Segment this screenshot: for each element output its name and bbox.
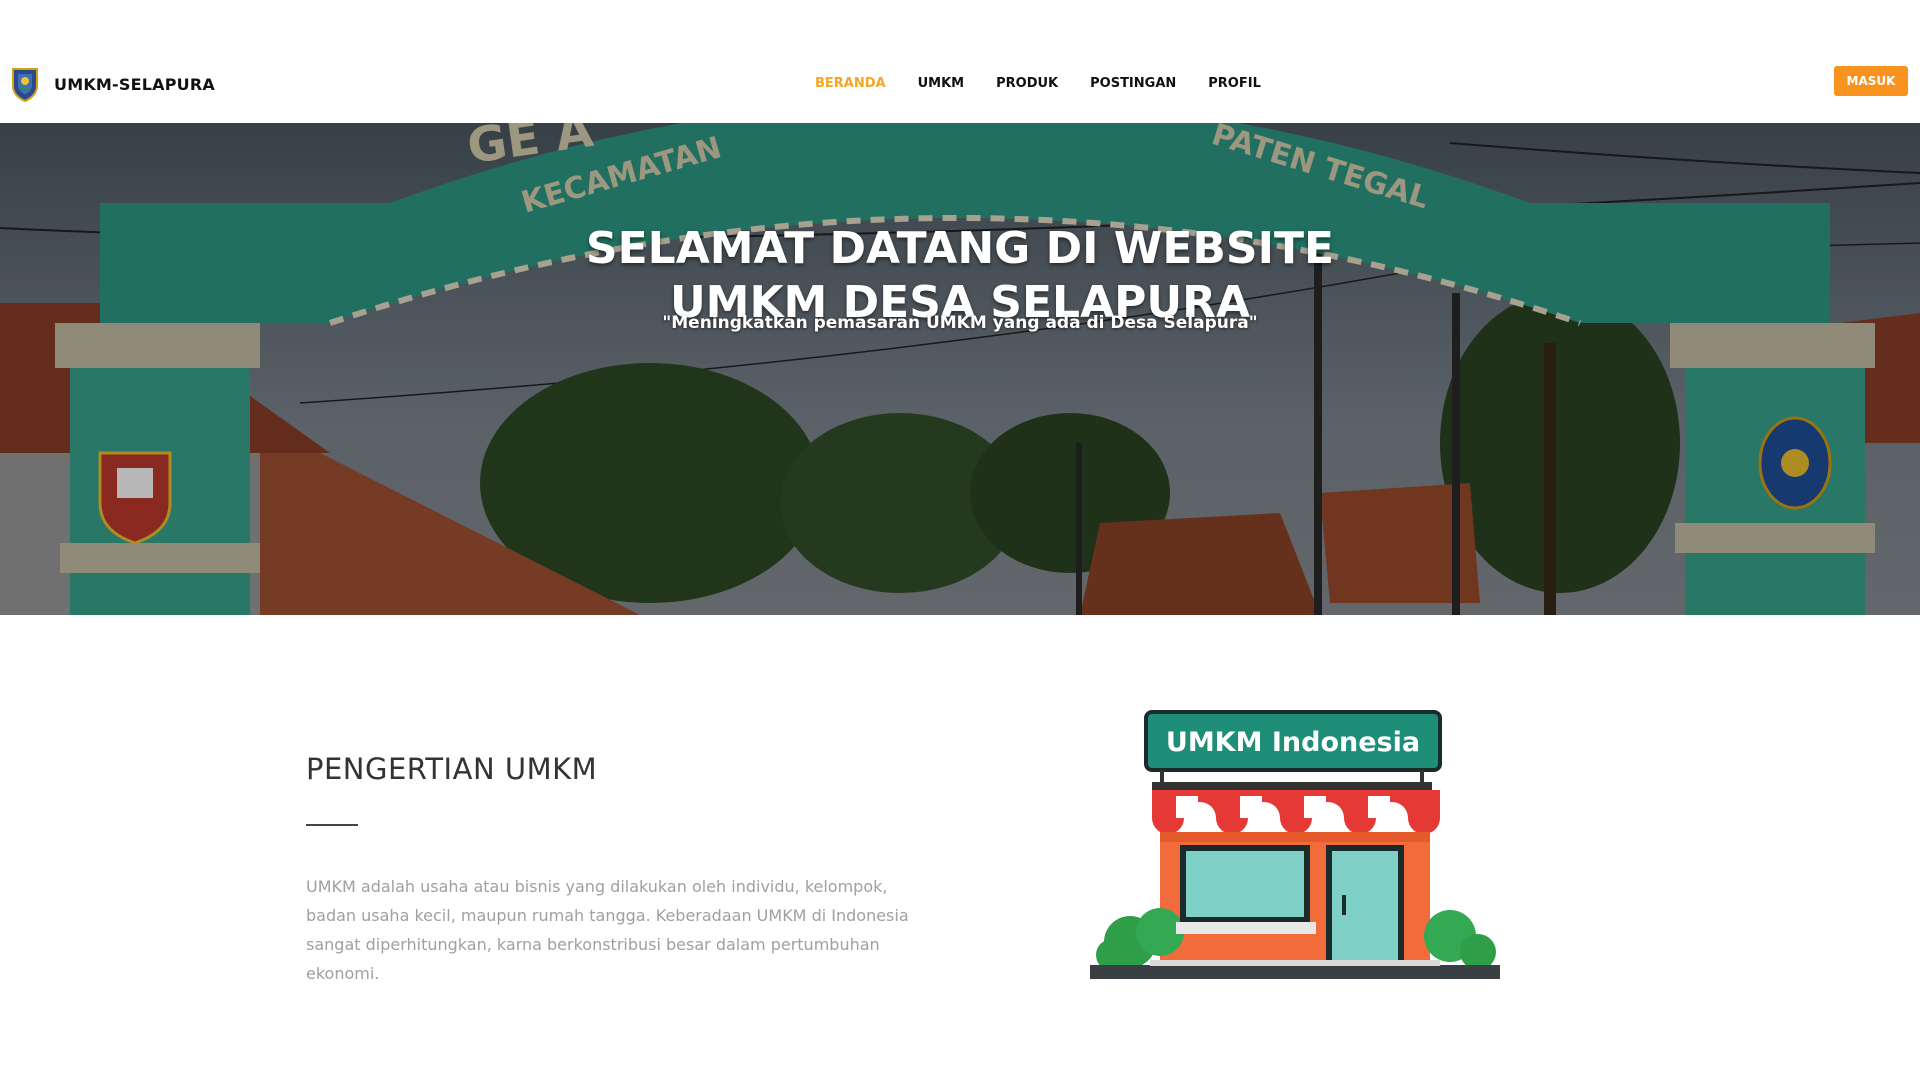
main-nav: BERANDA UMKM PRODUK POSTINGAN PROFIL [815, 76, 1261, 91]
regency-emblem-icon [12, 68, 38, 102]
login-button[interactable]: MASUK [1834, 66, 1908, 96]
nav-item-postingan[interactable]: POSTINGAN [1090, 76, 1176, 91]
hero-banner: GE A KECAMATAN PATEN TEGAL SELAMAT DATAN… [0, 123, 1920, 615]
nav-item-produk[interactable]: PRODUK [996, 76, 1058, 91]
nav-item-umkm[interactable]: UMKM [918, 76, 965, 91]
store-illustration: UMKM Indonesia [1090, 710, 1500, 979]
store-sign-text: UMKM Indonesia [1166, 727, 1420, 758]
nav-item-beranda[interactable]: BERANDA [815, 76, 886, 91]
heading-divider [306, 824, 358, 826]
hero-subtitle: "Meningkatkan pemasaran UMKM yang ada di… [662, 313, 1258, 333]
brand[interactable]: UMKM-SELAPURA [10, 66, 215, 102]
hero-overlay [0, 123, 1920, 615]
about-text: UMKM adalah usaha atau bisnis yang dilak… [306, 877, 909, 983]
navbar: UMKM-SELAPURA BERANDA UMKM PRODUK POSTIN… [0, 0, 1920, 123]
brand-name: UMKM-SELAPURA [54, 74, 215, 94]
nav-item-profil[interactable]: PROFIL [1208, 76, 1261, 91]
hero-title-line1: SELAMAT DATANG DI WEBSITE [585, 223, 1335, 275]
about-heading: PENGERTIAN UMKM [306, 752, 598, 786]
